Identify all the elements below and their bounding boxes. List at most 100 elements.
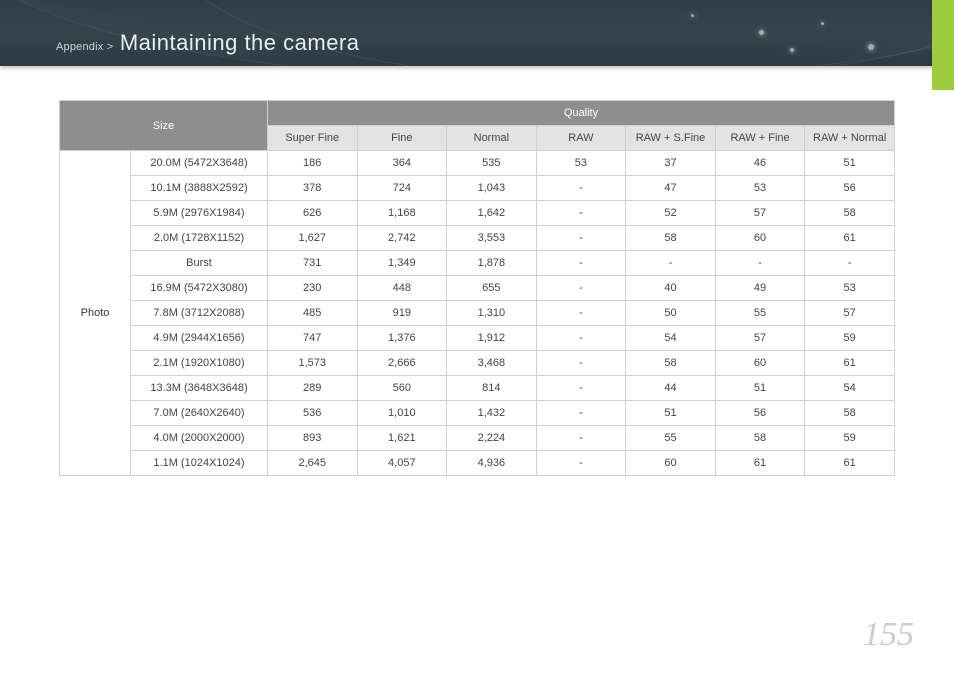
value-cell: 60 (715, 226, 805, 251)
table-body: Photo20.0M (5472X3648)186364535533746511… (60, 151, 895, 476)
value-cell: 3,468 (447, 351, 537, 376)
col-normal: Normal (447, 126, 537, 151)
table-row: 4.0M (2000X2000)8931,6212,224-555859 (60, 426, 895, 451)
size-cell: 2.1M (1920X1080) (131, 351, 268, 376)
value-cell: 747 (267, 326, 357, 351)
size-cell: Burst (131, 251, 268, 276)
value-cell: - (536, 326, 626, 351)
value-cell: - (536, 451, 626, 476)
value-cell: 51 (715, 376, 805, 401)
value-cell: 1,349 (357, 251, 447, 276)
table-row: 2.0M (1728X1152)1,6272,7423,553-586061 (60, 226, 895, 251)
value-cell: 378 (267, 176, 357, 201)
size-cell: 10.1M (3888X2592) (131, 176, 268, 201)
col-raw-normal: RAW + Normal (805, 126, 895, 151)
value-cell: 560 (357, 376, 447, 401)
table-row: 1.1M (1024X1024)2,6454,0574,936-606161 (60, 451, 895, 476)
table-row: 10.1M (3888X2592)3787241,043-475356 (60, 176, 895, 201)
value-cell: - (536, 201, 626, 226)
value-cell: 58 (626, 351, 716, 376)
value-cell: 54 (805, 376, 895, 401)
size-cell: 5.9M (2976X1984) (131, 201, 268, 226)
table-row: 16.9M (5472X3080)230448655-404953 (60, 276, 895, 301)
value-cell: 1,642 (447, 201, 537, 226)
table-row: 4.9M (2944X1656)7471,3761,912-545759 (60, 326, 895, 351)
value-cell: - (805, 251, 895, 276)
table-row: Photo20.0M (5472X3648)18636453553374651 (60, 151, 895, 176)
value-cell: 57 (715, 326, 805, 351)
table-row: Burst7311,3491,878---- (60, 251, 895, 276)
value-cell: 626 (267, 201, 357, 226)
value-cell: - (715, 251, 805, 276)
value-cell: - (536, 301, 626, 326)
value-cell: - (536, 176, 626, 201)
value-cell: 1,627 (267, 226, 357, 251)
page-title: Maintaining the camera (120, 30, 360, 55)
value-cell: 814 (447, 376, 537, 401)
value-cell: 1,573 (267, 351, 357, 376)
value-cell: 893 (267, 426, 357, 451)
table-row: 2.1M (1920X1080)1,5732,6663,468-586061 (60, 351, 895, 376)
value-cell: 2,742 (357, 226, 447, 251)
size-cell: 2.0M (1728X1152) (131, 226, 268, 251)
value-cell: 53 (805, 276, 895, 301)
value-cell: 58 (626, 226, 716, 251)
size-cell: 1.1M (1024X1024) (131, 451, 268, 476)
value-cell: 485 (267, 301, 357, 326)
value-cell: 60 (626, 451, 716, 476)
value-cell: 724 (357, 176, 447, 201)
value-cell: 536 (267, 401, 357, 426)
page-content: Size Quality Super Fine Fine Normal RAW … (0, 66, 954, 476)
breadcrumb-prefix: Appendix > (56, 41, 113, 53)
value-cell: 1,621 (357, 426, 447, 451)
capacity-table: Size Quality Super Fine Fine Normal RAW … (59, 100, 895, 476)
col-raw: RAW (536, 126, 626, 151)
value-cell: 3,553 (447, 226, 537, 251)
banner-decoration (614, 0, 914, 66)
value-cell: 56 (805, 176, 895, 201)
value-cell: 53 (715, 176, 805, 201)
value-cell: 364 (357, 151, 447, 176)
value-cell: 52 (626, 201, 716, 226)
table-row: 13.3M (3648X3648)289560814-445154 (60, 376, 895, 401)
value-cell: 919 (357, 301, 447, 326)
value-cell: 535 (447, 151, 537, 176)
size-cell: 4.9M (2944X1656) (131, 326, 268, 351)
value-cell: 1,376 (357, 326, 447, 351)
value-cell: 57 (805, 301, 895, 326)
value-cell: 2,645 (267, 451, 357, 476)
value-cell: 40 (626, 276, 716, 301)
value-cell: - (536, 351, 626, 376)
value-cell: 230 (267, 276, 357, 301)
value-cell: 731 (267, 251, 357, 276)
value-cell: 51 (626, 401, 716, 426)
value-cell: 56 (715, 401, 805, 426)
value-cell: - (536, 401, 626, 426)
value-cell: 2,666 (357, 351, 447, 376)
table-row: 5.9M (2976X1984)6261,1681,642-525758 (60, 201, 895, 226)
value-cell: 44 (626, 376, 716, 401)
value-cell: 50 (626, 301, 716, 326)
value-cell: 58 (805, 401, 895, 426)
value-cell: 58 (715, 426, 805, 451)
value-cell: 51 (805, 151, 895, 176)
value-cell: 1,043 (447, 176, 537, 201)
size-cell: 16.9M (5472X3080) (131, 276, 268, 301)
value-cell: 60 (715, 351, 805, 376)
table-row: 7.8M (3712X2088)4859191,310-505557 (60, 301, 895, 326)
col-super-fine: Super Fine (267, 126, 357, 151)
size-cell: 20.0M (5472X3648) (131, 151, 268, 176)
col-raw-sfine: RAW + S.Fine (626, 126, 716, 151)
value-cell: 59 (805, 326, 895, 351)
value-cell: 55 (715, 301, 805, 326)
header-size: Size (60, 101, 268, 151)
value-cell: 58 (805, 201, 895, 226)
value-cell: 46 (715, 151, 805, 176)
page-header-banner: Appendix > Maintaining the camera (0, 0, 954, 66)
table-row: 7.0M (2640X2640)5361,0101,432-515658 (60, 401, 895, 426)
header-quality: Quality (267, 101, 894, 126)
breadcrumb: Appendix > Maintaining the camera (56, 30, 360, 56)
value-cell: 37 (626, 151, 716, 176)
value-cell: 1,310 (447, 301, 537, 326)
category-cell: Photo (60, 151, 131, 476)
